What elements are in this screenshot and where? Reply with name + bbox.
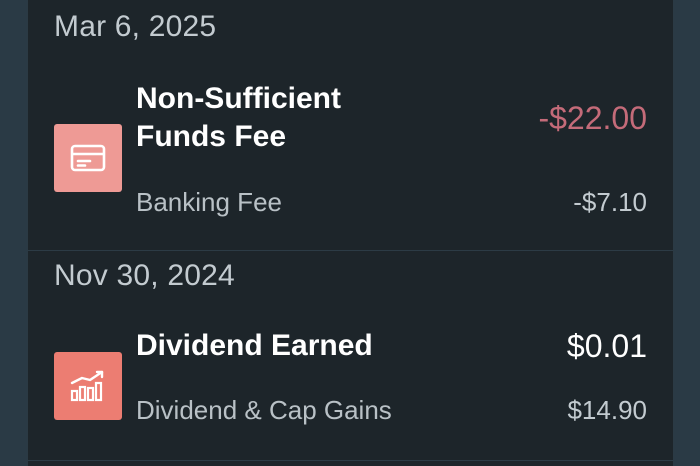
transaction-group: Nov 30, 2024 Dividend Earned Dividend & … [28,251,673,466]
transaction-amount: $0.01 [566,328,647,364]
date-header: Mar 6, 2025 [54,10,217,43]
transactions-list: Mar 6, 2025 Non-Sufficient Funds Fee Ban… [27,0,674,466]
date-header: Nov 30, 2024 [54,259,235,292]
transaction-category: Dividend & Cap Gains [136,395,392,425]
transaction-title[interactable]: Dividend Earned [136,327,456,365]
transaction-category: Banking Fee [136,187,282,217]
transaction-secondary-amount: -$7.10 [573,187,647,217]
transaction-secondary-amount: $14.90 [567,395,647,425]
transaction-title[interactable]: Non-Sufficient Funds Fee [136,80,426,156]
transaction-amount: -$22.00 [538,100,647,136]
bar-chart-growth-icon [54,352,122,420]
transaction-group: Mar 6, 2025 Non-Sufficient Funds Fee Ban… [28,0,673,251]
credit-card-icon [54,124,122,192]
divider [28,460,673,461]
